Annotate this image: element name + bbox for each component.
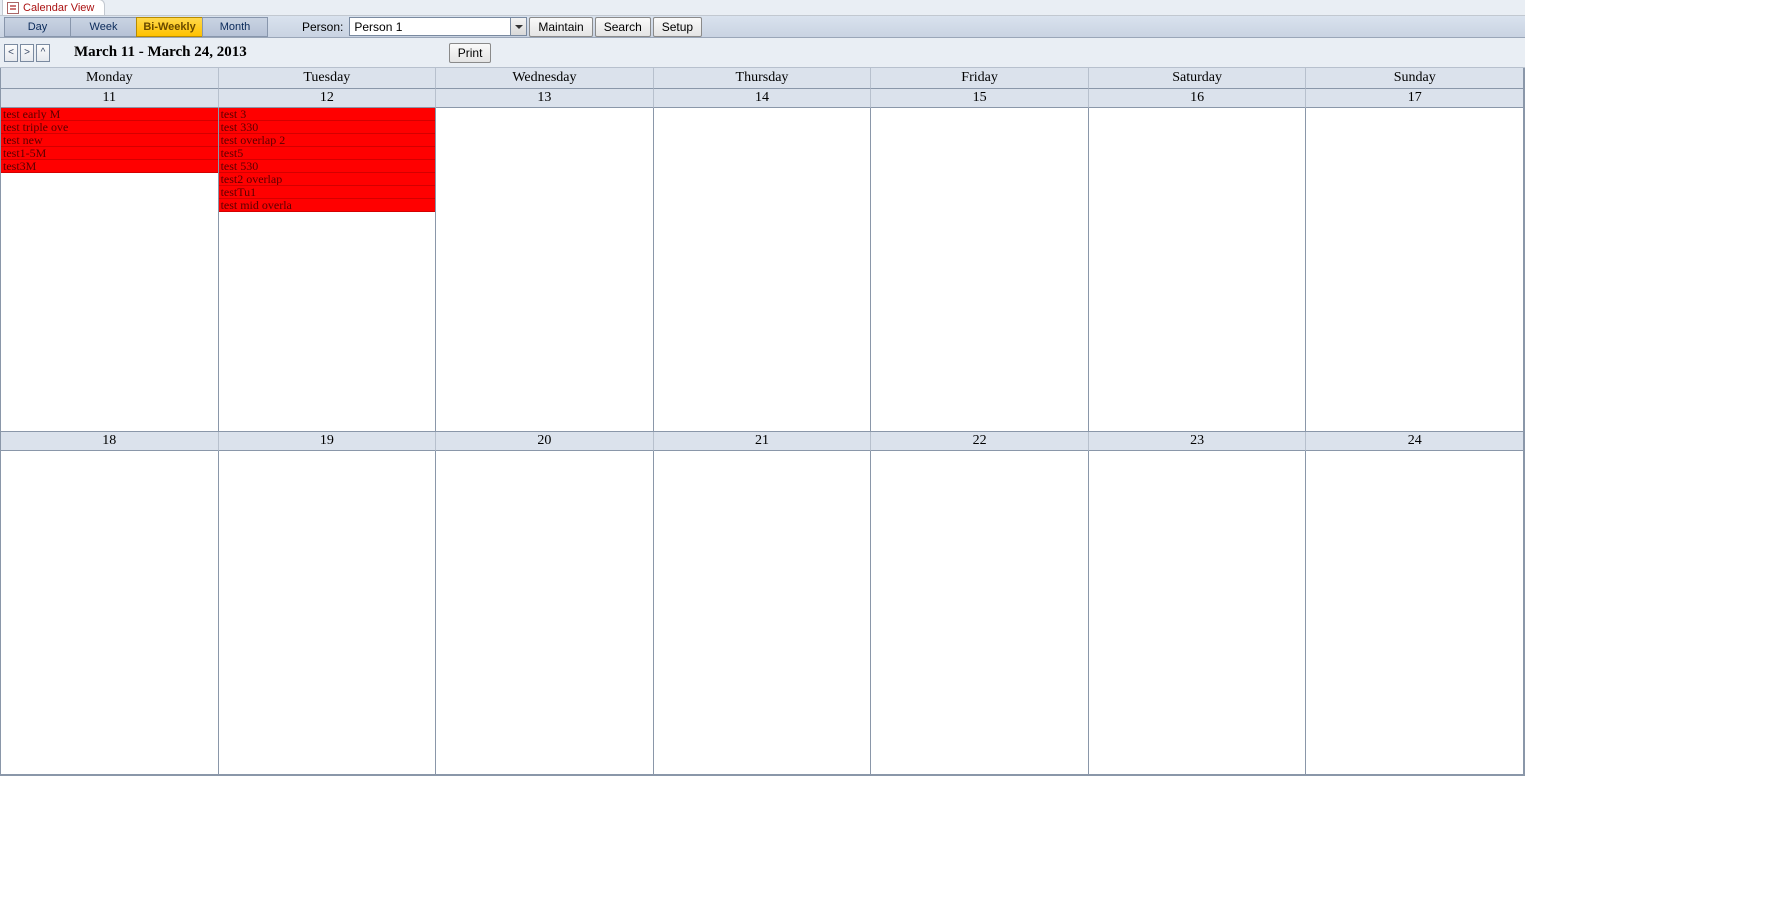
nav-row: < > ^ March 11 - March 24, 2013 Print bbox=[0, 38, 1525, 68]
date-number: 21 bbox=[654, 432, 872, 451]
week-row bbox=[1, 451, 1524, 775]
view-month-button[interactable]: Month bbox=[202, 17, 268, 37]
day-cell[interactable] bbox=[1, 451, 219, 775]
tab-calendar-view[interactable]: Calendar View bbox=[2, 0, 105, 15]
day-cell[interactable] bbox=[1306, 108, 1524, 432]
day-cell[interactable] bbox=[1306, 451, 1524, 775]
day-cell[interactable] bbox=[1089, 451, 1307, 775]
day-cell[interactable] bbox=[871, 108, 1089, 432]
calendar-event[interactable]: test early M bbox=[1, 108, 218, 121]
day-cell[interactable] bbox=[1089, 108, 1307, 432]
day-header: Thursday bbox=[654, 68, 872, 89]
week-row: test early Mtest triple ovetest newtest1… bbox=[1, 108, 1524, 432]
date-number: 20 bbox=[436, 432, 654, 451]
tab-label: Calendar View bbox=[23, 2, 94, 14]
calendar-event[interactable]: test new bbox=[1, 134, 218, 147]
date-number: 17 bbox=[1306, 89, 1524, 108]
next-button[interactable]: > bbox=[20, 44, 34, 62]
calendar-event[interactable]: testTu1 bbox=[219, 186, 436, 199]
date-number: 14 bbox=[654, 89, 872, 108]
prev-button[interactable]: < bbox=[4, 44, 18, 62]
day-cell[interactable] bbox=[436, 108, 654, 432]
date-number: 18 bbox=[1, 432, 219, 451]
calendar-event[interactable]: test 3 bbox=[219, 108, 436, 121]
day-cell[interactable] bbox=[871, 451, 1089, 775]
calendar-grid: MondayTuesdayWednesdayThursdayFridaySatu… bbox=[0, 68, 1525, 776]
calendar-event[interactable]: test triple ove bbox=[1, 121, 218, 134]
day-header: Wednesday bbox=[436, 68, 654, 89]
search-button[interactable]: Search bbox=[595, 17, 651, 37]
dropdown-button[interactable] bbox=[510, 18, 526, 35]
form-icon bbox=[7, 2, 19, 14]
calendar-event[interactable]: test 530 bbox=[219, 160, 436, 173]
day-cell[interactable]: test early Mtest triple ovetest newtest1… bbox=[1, 108, 219, 432]
date-range: March 11 - March 24, 2013 bbox=[74, 44, 247, 61]
setup-button[interactable]: Setup bbox=[653, 17, 702, 37]
view-week-button[interactable]: Week bbox=[70, 17, 136, 37]
day-header: Tuesday bbox=[219, 68, 437, 89]
calendar-event[interactable]: test overlap 2 bbox=[219, 134, 436, 147]
maintain-button[interactable]: Maintain bbox=[529, 17, 592, 37]
view-day-button[interactable]: Day bbox=[4, 17, 70, 37]
date-number-row: 11121314151617 bbox=[1, 89, 1524, 108]
day-header: Saturday bbox=[1089, 68, 1307, 89]
view-bi-weekly-button[interactable]: Bi-Weekly bbox=[136, 17, 202, 37]
up-button[interactable]: ^ bbox=[36, 44, 50, 62]
day-cell[interactable]: test 3test 330test overlap 2test5test 53… bbox=[219, 108, 437, 432]
print-button[interactable]: Print bbox=[449, 43, 492, 63]
date-number-row: 18192021222324 bbox=[1, 432, 1524, 451]
day-header: Sunday bbox=[1306, 68, 1524, 89]
date-number: 22 bbox=[871, 432, 1089, 451]
day-header: Friday bbox=[871, 68, 1089, 89]
calendar-event[interactable]: test2 overlap bbox=[219, 173, 436, 186]
date-number: 19 bbox=[219, 432, 437, 451]
day-cell[interactable] bbox=[436, 451, 654, 775]
calendar-event[interactable]: test 330 bbox=[219, 121, 436, 134]
person-select[interactable]: Person 1 bbox=[349, 17, 527, 36]
day-cell[interactable] bbox=[654, 451, 872, 775]
chevron-down-icon bbox=[515, 25, 523, 29]
person-selected-value: Person 1 bbox=[354, 20, 402, 34]
day-cell[interactable] bbox=[654, 108, 872, 432]
date-number: 16 bbox=[1089, 89, 1307, 108]
day-cell[interactable] bbox=[219, 451, 437, 775]
calendar-event[interactable]: test5 bbox=[219, 147, 436, 160]
date-number: 11 bbox=[1, 89, 219, 108]
calendar-event[interactable]: test1-5M bbox=[1, 147, 218, 160]
calendar-event[interactable]: test mid overla bbox=[219, 199, 436, 212]
day-header-row: MondayTuesdayWednesdayThursdayFridaySatu… bbox=[1, 68, 1524, 89]
date-number: 15 bbox=[871, 89, 1089, 108]
date-number: 12 bbox=[219, 89, 437, 108]
date-number: 13 bbox=[436, 89, 654, 108]
person-label: Person: bbox=[296, 20, 349, 34]
day-header: Monday bbox=[1, 68, 219, 89]
toolbar: DayWeekBi-WeeklyMonth Person: Person 1 M… bbox=[0, 16, 1525, 38]
date-number: 23 bbox=[1089, 432, 1307, 451]
calendar-event[interactable]: test3M bbox=[1, 160, 218, 173]
date-number: 24 bbox=[1306, 432, 1524, 451]
document-tabstrip: Calendar View bbox=[0, 0, 1525, 16]
